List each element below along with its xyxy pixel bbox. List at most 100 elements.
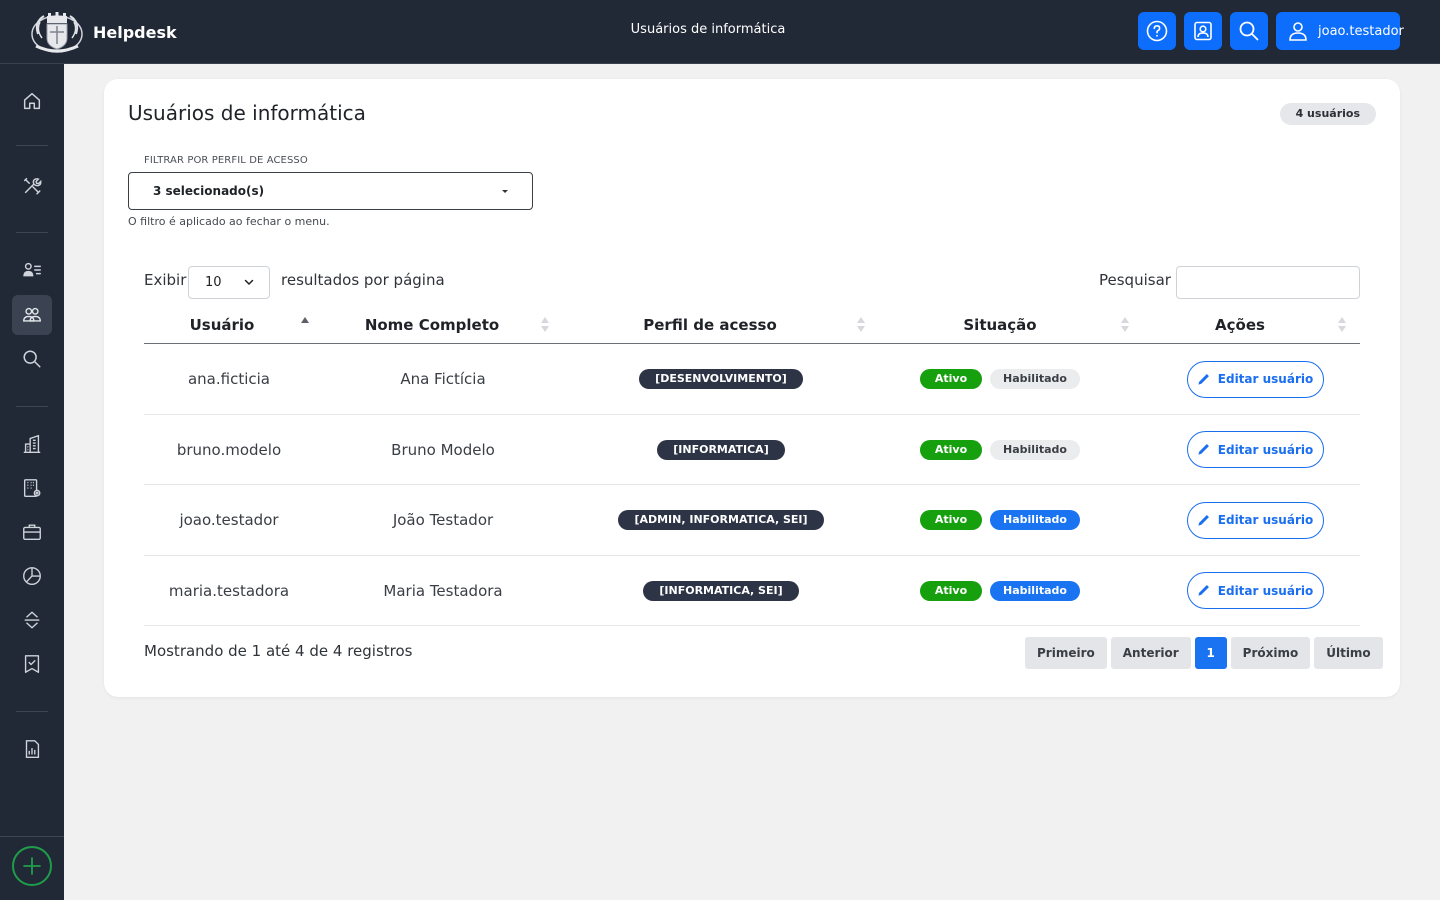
- column-header-full-name[interactable]: Nome Completo: [321, 307, 543, 343]
- username-text: ana.ficticia: [187, 370, 270, 388]
- cell-actions: Editar usuário: [1148, 344, 1362, 414]
- access-profile-badge: [DESENVOLVIMENTO]: [639, 369, 803, 389]
- page-length-prefix: Exibir: [144, 271, 187, 289]
- user-count-badge: 4 usuários: [1279, 103, 1376, 125]
- column-header-access-profile[interactable]: Perfil de acesso: [561, 307, 859, 343]
- sidebar-item-user-list[interactable]: [12, 250, 52, 290]
- filter-help-text: O filtro é aplicado ao fechar o menu.: [128, 215, 330, 228]
- status-active-badge: Ativo: [920, 580, 982, 601]
- access-profile-badge: [INFORMATICA, SEI]: [643, 580, 799, 601]
- column-header-actions[interactable]: Ações: [1141, 307, 1339, 343]
- sidebar-item-briefcase[interactable]: [12, 512, 52, 552]
- sort-arrows-icon: [24, 611, 40, 629]
- table-row: bruno.modelo Bruno Modelo [INFORMATICA] …: [144, 415, 1360, 485]
- chevron-down-icon: [244, 279, 254, 285]
- contact-card-button[interactable]: [1184, 12, 1222, 50]
- pencil-icon: [1198, 444, 1209, 455]
- sort-icon: [1121, 317, 1129, 333]
- status-enabled-badge: Habilitado: [990, 439, 1080, 460]
- cell-username: maria.testadora: [144, 556, 314, 626]
- home-icon: [23, 92, 41, 110]
- sidebar-item-users[interactable]: [12, 295, 52, 335]
- caret-down-icon: [502, 190, 508, 193]
- access-profile-filter-select[interactable]: 3 selecionado(s): [128, 172, 533, 210]
- filter-label: FILTRAR POR PERFIL DE ACESSO: [144, 155, 308, 166]
- cell-full-name: Bruno Modelo: [314, 415, 572, 485]
- sidebar-divider: [16, 145, 48, 146]
- pencil-icon: [1198, 585, 1209, 596]
- edit-user-label: Editar usuário: [1217, 372, 1314, 386]
- pagination-first[interactable]: Primeiro: [1025, 637, 1107, 669]
- help-button[interactable]: [1138, 12, 1176, 50]
- cell-full-name: Maria Testadora: [314, 556, 572, 626]
- cell-full-name: Ana Fictícia: [314, 344, 572, 414]
- sidebar-item-home[interactable]: [12, 81, 52, 121]
- username-text: maria.testadora: [168, 581, 290, 600]
- pagination-next[interactable]: Próximo: [1230, 637, 1311, 669]
- cell-status: Ativo Habilitado: [870, 344, 1130, 414]
- edit-user-label: Editar usuário: [1217, 583, 1314, 598]
- user-menu-button[interactable]: joao.testador: [1276, 12, 1404, 50]
- cell-username: bruno.modelo: [144, 415, 314, 485]
- sidebar-item-report[interactable]: [12, 729, 52, 769]
- pagination-page-current[interactable]: 1: [1194, 637, 1227, 669]
- search-label: Pesquisar: [1099, 271, 1171, 289]
- cell-status: Ativo Habilitado: [870, 485, 1130, 555]
- cell-username: ana.ficticia: [144, 344, 314, 414]
- sidebar-item-checklist[interactable]: [12, 644, 52, 684]
- users-card: Usuários de informática 4 usuários FILTR…: [104, 79, 1400, 697]
- building-settings-icon: [23, 479, 41, 497]
- cell-access-profile: [ADMIN, INFORMATICA, SEI]: [572, 485, 870, 555]
- full-name-text: Bruno Modelo: [391, 440, 495, 459]
- tools-icon: [23, 177, 42, 195]
- username-text: joao.testador: [179, 511, 279, 529]
- sort-icon: [1338, 317, 1346, 333]
- pencil-icon: [1198, 514, 1209, 526]
- table-row: maria.testadora Maria Testadora [INFORMA…: [144, 556, 1360, 626]
- edit-user-button[interactable]: Editar usuário: [1186, 572, 1324, 609]
- table-body: ana.ficticia Ana Fictícia [DESENVOLVIMEN…: [144, 344, 1360, 626]
- add-button[interactable]: [12, 846, 52, 886]
- status-enabled-badge: Habilitado: [990, 580, 1080, 601]
- sidebar-item-search[interactable]: [12, 339, 52, 379]
- table-search-input[interactable]: [1176, 266, 1360, 299]
- pagination-previous[interactable]: Anterior: [1110, 637, 1191, 669]
- edit-user-button[interactable]: Editar usuário: [1186, 501, 1324, 539]
- pagination: Primeiro Anterior 1 Próximo Último: [1025, 637, 1383, 669]
- full-name-text: João Testador: [392, 511, 494, 529]
- status-active-badge: Ativo: [920, 369, 982, 389]
- pagination-last[interactable]: Último: [1314, 637, 1383, 669]
- sidebar-divider: [16, 406, 48, 407]
- sidebar-item-reports-chart[interactable]: [12, 556, 52, 596]
- edit-user-label: Editar usuário: [1217, 442, 1314, 457]
- page-length-value: 10: [205, 275, 222, 290]
- sort-ascending-icon: [301, 317, 309, 333]
- cell-access-profile: [DESENVOLVIMENTO]: [572, 344, 870, 414]
- username: joao.testador: [1318, 23, 1404, 39]
- sidebar-item-sort[interactable]: [12, 600, 52, 640]
- column-header-status[interactable]: Situação: [877, 307, 1123, 343]
- table-row: ana.ficticia Ana Fictícia [DESENVOLVIMEN…: [144, 344, 1360, 415]
- sidebar-item-buildings[interactable]: [12, 424, 52, 464]
- users-table: Usuário Nome Completo Perfil de acesso S…: [144, 307, 1360, 626]
- checklist-icon: [24, 655, 40, 673]
- users-icon: [23, 307, 41, 322]
- sidebar-item-building-settings[interactable]: [12, 468, 52, 508]
- sort-icon: [541, 317, 549, 333]
- full-name-text: Maria Testadora: [383, 581, 503, 600]
- page-length-select[interactable]: 10: [188, 266, 270, 299]
- sidebar-item-tools[interactable]: [12, 166, 52, 206]
- filter-selected-value: 3 selecionado(s): [153, 184, 265, 198]
- status-active-badge: Ativo: [920, 439, 982, 460]
- search-icon: [1239, 21, 1259, 41]
- sidebar-divider: [16, 232, 48, 233]
- cell-actions: Editar usuário: [1148, 485, 1362, 555]
- column-header-user[interactable]: Usuário: [144, 307, 300, 343]
- edit-user-label: Editar usuário: [1217, 513, 1314, 527]
- page-length-suffix: resultados por página: [281, 271, 445, 289]
- edit-user-button[interactable]: Editar usuário: [1186, 431, 1324, 468]
- edit-user-button[interactable]: Editar usuário: [1186, 360, 1324, 398]
- plus-circle-icon: [23, 857, 41, 875]
- global-search-button[interactable]: [1230, 12, 1268, 50]
- table-row: joao.testador João Testador [ADMIN, INFO…: [144, 485, 1360, 556]
